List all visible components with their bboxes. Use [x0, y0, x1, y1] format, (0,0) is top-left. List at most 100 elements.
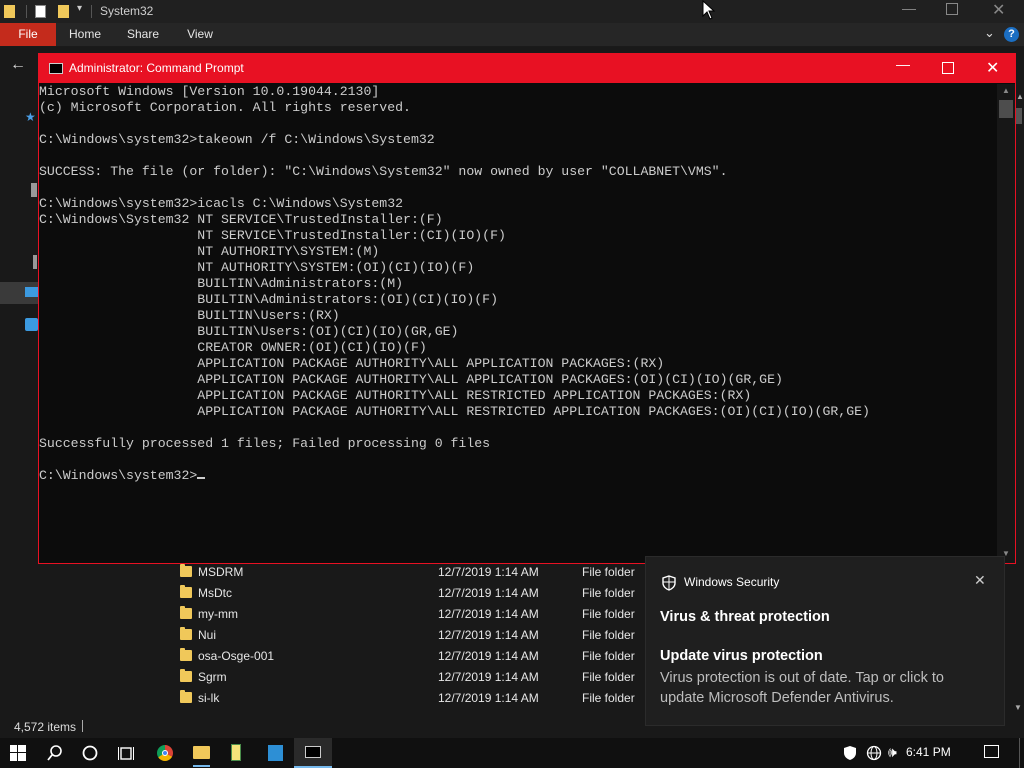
toast-subheading: Update virus protection: [660, 648, 823, 664]
file-name: osa-Osge-001: [198, 649, 275, 663]
folder-icon: [180, 690, 192, 703]
file-type: File folder: [582, 607, 635, 621]
file-date: 12/7/2019 1:14 AM: [438, 649, 539, 663]
console-prompt: C:\Windows\system32>: [39, 468, 198, 483]
action-center-icon[interactable]: [984, 745, 999, 758]
file-date: 12/7/2019 1:14 AM: [438, 586, 539, 600]
minimize-icon[interactable]: —: [896, 56, 910, 72]
maximize-icon[interactable]: [942, 62, 954, 74]
file-date: 12/7/2019 1:14 AM: [438, 565, 539, 579]
explorer-scrollbar-thumb[interactable]: [1016, 108, 1022, 124]
command-prompt-icon: [305, 746, 321, 758]
calculator-icon[interactable]: [268, 745, 283, 761]
minimize-icon[interactable]: —: [902, 0, 916, 16]
file-date: 12/7/2019 1:14 AM: [438, 607, 539, 621]
this-pc-icon[interactable]: [25, 287, 39, 297]
toast-heading: Virus & threat protection: [660, 609, 830, 625]
clock[interactable]: 6:41 PM: [906, 745, 951, 759]
file-date: 12/7/2019 1:14 AM: [438, 691, 539, 705]
close-icon[interactable]: ✕: [974, 572, 986, 589]
file-name: MSDRM: [198, 565, 244, 579]
network-globe-icon[interactable]: [866, 745, 882, 761]
properties-icon[interactable]: [35, 5, 46, 18]
side-item-icon[interactable]: [33, 255, 37, 269]
cmd-scrollbar[interactable]: ▲ ▼: [997, 84, 1015, 563]
tab-share[interactable]: Share: [122, 23, 164, 46]
network-icon[interactable]: [25, 318, 38, 331]
window-title: System32: [100, 4, 154, 18]
file-name: Sgrm: [198, 670, 227, 684]
file-explorer-icon[interactable]: [193, 746, 210, 759]
tab-file[interactable]: File: [0, 23, 56, 46]
file-name: si-lk: [198, 691, 220, 705]
file-name: my-mm: [198, 607, 238, 621]
cortana-icon[interactable]: [82, 745, 98, 761]
taskbar-cmd-button[interactable]: [294, 738, 332, 768]
search-icon[interactable]: [47, 745, 63, 761]
explorer-titlebar: ▾ System32 — ✕: [0, 0, 1024, 23]
folder-icon: [180, 669, 192, 682]
scroll-up-icon[interactable]: ▲: [1016, 92, 1024, 101]
list-item[interactable]: osa-Osge-001 12/7/2019 1:14 AM File fold…: [160, 646, 640, 667]
side-item-icon[interactable]: [31, 183, 37, 197]
folder-icon: [180, 648, 192, 661]
list-item[interactable]: Sgrm 12/7/2019 1:14 AM File folder: [160, 667, 640, 688]
file-date: 12/7/2019 1:14 AM: [438, 670, 539, 684]
cmd-title: Administrator: Command Prompt: [69, 61, 244, 75]
file-type: File folder: [582, 691, 635, 705]
divider: [82, 720, 83, 732]
item-count: 4,572 items: [14, 720, 77, 734]
tab-view[interactable]: View: [180, 23, 220, 46]
security-shield-icon[interactable]: [843, 745, 857, 761]
file-name: MsDtc: [198, 586, 232, 600]
quick-access-dropdown-icon[interactable]: ▾: [77, 3, 82, 14]
new-folder-icon[interactable]: [58, 5, 69, 18]
list-item[interactable]: MsDtc 12/7/2019 1:14 AM File folder: [160, 583, 640, 604]
close-icon[interactable]: ✕: [992, 0, 1005, 20]
notepad-icon[interactable]: [231, 744, 241, 761]
cmd-window[interactable]: Administrator: Command Prompt — ✕ Micros…: [38, 53, 1016, 564]
scrollbar-thumb[interactable]: [999, 100, 1013, 118]
mouse-pointer-icon: [702, 0, 716, 20]
taskbar: 🕪 6:41 PM: [0, 738, 1024, 768]
ribbon: File Home Share View ⌄ ?: [0, 23, 1024, 47]
console-output[interactable]: Microsoft Windows [Version 10.0.19044.21…: [39, 84, 997, 562]
tab-home[interactable]: Home: [64, 23, 106, 46]
folder-icon: [180, 627, 192, 640]
list-item[interactable]: Nui 12/7/2019 1:14 AM File folder: [160, 625, 640, 646]
scroll-down-icon[interactable]: ▼: [1014, 703, 1022, 712]
file-type: File folder: [582, 565, 635, 579]
file-date: 12/7/2019 1:14 AM: [438, 628, 539, 642]
scroll-up-icon[interactable]: ▲: [1002, 86, 1010, 95]
quick-access-star-icon[interactable]: ★: [25, 110, 37, 124]
notification-toast[interactable]: Windows Security ✕ Virus & threat protec…: [645, 556, 1005, 726]
chrome-icon[interactable]: [157, 745, 173, 761]
start-icon[interactable]: [10, 745, 26, 761]
toast-app-name: Windows Security: [684, 575, 780, 589]
list-item[interactable]: my-mm 12/7/2019 1:14 AM File folder: [160, 604, 640, 625]
shield-icon: [662, 575, 676, 591]
folder-icon: [180, 585, 192, 598]
volume-icon[interactable]: 🕪: [888, 744, 897, 761]
command-prompt-icon: [49, 63, 63, 74]
task-view-icon[interactable]: [118, 745, 134, 761]
list-item[interactable]: si-lk 12/7/2019 1:14 AM File folder: [160, 688, 640, 709]
help-icon[interactable]: ?: [1004, 27, 1019, 42]
cmd-titlebar[interactable]: Administrator: Command Prompt — ✕: [39, 54, 1015, 83]
file-type: File folder: [582, 628, 635, 642]
maximize-icon[interactable]: [946, 3, 958, 15]
close-icon[interactable]: ✕: [986, 58, 999, 78]
chevron-down-icon[interactable]: ⌄: [984, 25, 995, 41]
folder-icon[interactable]: [4, 5, 15, 18]
toast-body: Virus protection is out of date. Tap or …: [660, 670, 944, 706]
list-item[interactable]: MSDRM 12/7/2019 1:14 AM File folder: [160, 562, 640, 583]
file-type: File folder: [582, 670, 635, 684]
divider: [91, 5, 92, 18]
back-arrow-icon[interactable]: ←: [10, 56, 26, 74]
divider: [26, 5, 27, 18]
file-type: File folder: [582, 649, 635, 663]
file-name: Nui: [198, 628, 217, 642]
show-desktop-button[interactable]: [1019, 738, 1020, 768]
running-indicator: [193, 765, 210, 767]
folder-icon: [180, 564, 192, 577]
